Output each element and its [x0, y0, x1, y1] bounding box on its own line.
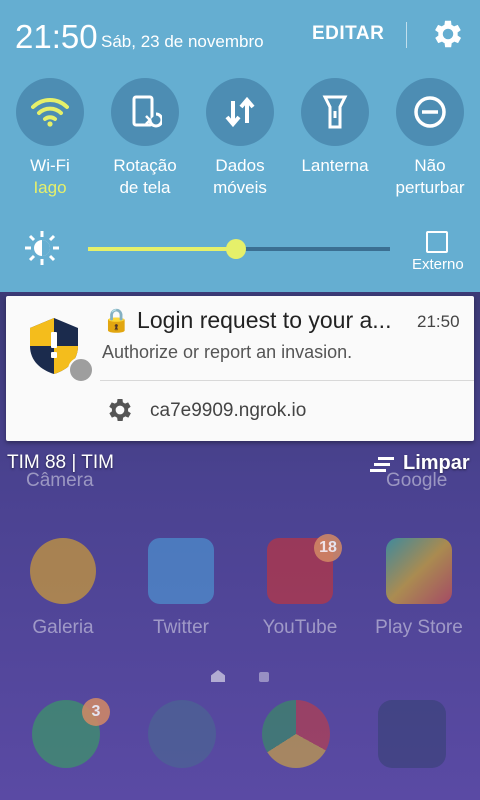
carrier-label: TIM 88 | TIM	[7, 452, 114, 473]
twitter-icon	[148, 538, 214, 604]
page-dot-icon	[259, 672, 270, 682]
tile-rotation[interactable]: Rotação de tela	[100, 78, 190, 199]
notification-divider	[100, 380, 474, 381]
play-store-icon	[386, 538, 452, 604]
app-gallery[interactable]: Galeria	[8, 538, 118, 639]
home-dot-icon	[211, 670, 225, 682]
brightness-slider-fill	[88, 247, 236, 251]
external-checkbox[interactable]	[426, 231, 448, 253]
divider	[406, 22, 407, 48]
clear-all-icon	[370, 457, 394, 472]
chrome-icon[interactable]	[262, 700, 330, 768]
app-twitter[interactable]: Twitter	[126, 538, 236, 639]
youtube-badge: 18	[314, 534, 342, 562]
flashlight-icon	[301, 78, 369, 146]
tile-label: Dados móveis	[213, 156, 267, 197]
site-settings-link[interactable]: ca7e9909.ngrok.io	[150, 400, 306, 422]
app-drawer-icon[interactable]	[378, 700, 446, 768]
screen-rotation-icon	[111, 78, 179, 146]
brightness-slider[interactable]	[88, 239, 390, 259]
tile-wifi[interactable]: Wi-Fi Iago	[5, 78, 95, 199]
notification-card[interactable]: 🔒 Login request to your a... 21:50 Autho…	[6, 296, 474, 441]
tile-mobile-data[interactable]: Dados móveis	[195, 78, 285, 199]
tile-sublabel: Iago	[33, 178, 67, 197]
app-name: Play Store	[375, 617, 463, 638]
tile-do-not-disturb[interactable]: Não perturbar	[385, 78, 475, 199]
app-name: Twitter	[153, 617, 209, 638]
notification-body: Authorize or report an invasion.	[102, 342, 353, 362]
clock-app-icon[interactable]	[148, 700, 216, 768]
page-indicator	[211, 669, 299, 687]
notification-title: 🔒 Login request to your a...	[102, 307, 392, 333]
gallery-icon	[30, 538, 96, 604]
brightness-slider-thumb[interactable]	[225, 239, 246, 259]
wifi-icon	[16, 78, 84, 146]
tile-flashlight[interactable]: Lanterna	[290, 78, 380, 177]
tile-label: Rotação de tela	[113, 156, 177, 197]
quick-settings-panel: 21:50 Sáb, 23 de novembro EDITAR Wi-Fi I…	[0, 0, 480, 292]
edit-button[interactable]: EDITAR	[312, 23, 384, 45]
do-not-disturb-icon	[396, 78, 464, 146]
whatsapp-badge: 3	[82, 698, 110, 726]
settings-gear-icon[interactable]	[430, 16, 466, 52]
tile-label: Wi-Fi	[30, 156, 70, 175]
tile-label: Lanterna	[301, 156, 369, 175]
notification-time: 21:50	[417, 312, 460, 331]
clock: 21:50	[15, 18, 98, 55]
external-label: Externo	[412, 256, 464, 273]
chrome-badge-icon	[68, 357, 94, 383]
tile-label: Não perturbar	[395, 156, 465, 197]
app-name: YouTube	[262, 617, 338, 638]
site-settings-gear-icon[interactable]	[105, 395, 135, 425]
date: Sáb, 23 de novembro	[101, 32, 264, 51]
app-play-store[interactable]: Play Store	[364, 538, 474, 639]
mobile-data-icon	[206, 78, 274, 146]
clear-all-label: Limpar	[403, 452, 470, 474]
brightness-icon[interactable]	[24, 230, 60, 266]
app-name: Galeria	[32, 617, 94, 638]
